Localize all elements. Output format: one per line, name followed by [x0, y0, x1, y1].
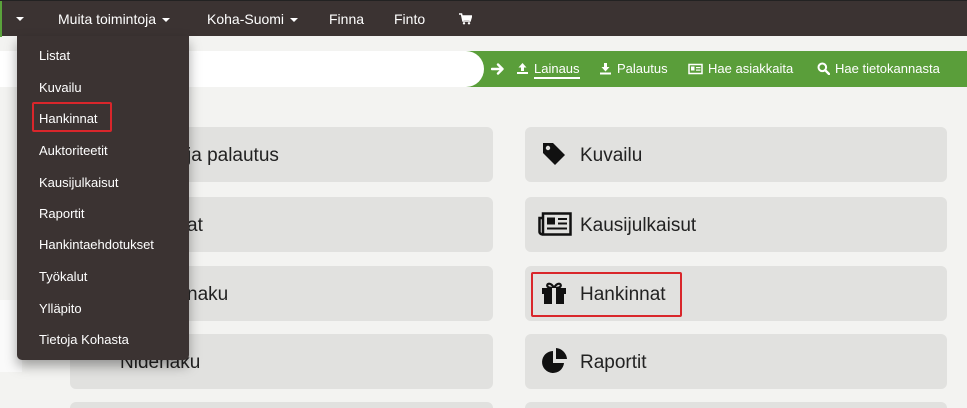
tile-acquisitions-label: Hankinnat — [580, 284, 666, 305]
nav-finna[interactable]: Finna — [329, 1, 364, 37]
cart-icon[interactable] — [459, 13, 472, 25]
chevron-down-icon — [162, 18, 171, 23]
link-checkout-label: Lainaus — [534, 61, 580, 79]
tile-partial[interactable] — [525, 402, 947, 408]
gift-icon — [542, 282, 566, 304]
tile-serials[interactable]: Kausijulkaisut — [525, 197, 947, 252]
link-search-catalog-label: Hae tietokannasta — [835, 61, 940, 76]
nav-more-actions-label: Muita toimintoja — [58, 11, 157, 27]
pie-chart-icon — [542, 348, 567, 373]
chevron-down-icon[interactable] — [16, 17, 24, 21]
menu-item-administration[interactable]: Ylläpito — [39, 301, 82, 316]
menu-item-cataloging[interactable]: Kuvailu — [39, 80, 82, 95]
menu-item-tools[interactable]: Työkalut — [39, 269, 87, 284]
menu-item-reports[interactable]: Raportit — [39, 206, 85, 221]
arrow-right-icon[interactable] — [491, 62, 505, 76]
link-checkin-label: Palautus — [617, 61, 668, 76]
nav-koha-suomi[interactable]: Koha-Suomi — [207, 1, 299, 37]
nav-finto[interactable]: Finto — [394, 1, 425, 37]
menu-item-serials[interactable]: Kausijulkaisut — [39, 175, 119, 190]
chevron-down-icon — [290, 18, 299, 23]
nav-more-actions[interactable]: Muita toimintoja — [58, 1, 171, 37]
tile-reports-label: Raportit — [580, 352, 647, 373]
id-card-icon — [688, 63, 703, 75]
tile-partial[interactable] — [70, 402, 493, 408]
link-checkout[interactable]: Lainaus — [516, 51, 580, 87]
tile-reports[interactable]: Raportit — [525, 334, 947, 389]
tile-patrons-label: at — [187, 215, 203, 236]
search-icon — [817, 62, 831, 76]
link-search-catalog[interactable]: Hae tietokannasta — [817, 51, 940, 87]
link-search-patrons[interactable]: Hae asiakkaita — [688, 51, 793, 87]
menu-item-lists[interactable]: Listat — [39, 48, 70, 63]
link-search-patrons-label: Hae asiakkaita — [708, 61, 794, 76]
tile-acquisitions[interactable]: Hankinnat — [525, 266, 947, 321]
nav-koha-suomi-label: Koha-Suomi — [207, 11, 285, 27]
more-actions-dropdown: Listat Kuvailu Hankinnat Auktoriteetit K… — [17, 36, 189, 360]
tag-icon — [543, 143, 565, 165]
tile-cataloging-label: Kuvailu — [580, 145, 643, 166]
tile-advanced-search-label: naku — [187, 284, 229, 305]
top-navbar: Muita toimintoja Koha-Suomi Finna Finto — [0, 0, 967, 37]
tile-cataloging[interactable]: Kuvailu — [525, 127, 947, 182]
navbar-accent — [0, 1, 2, 37]
download-icon — [600, 63, 611, 75]
link-checkin[interactable]: Palautus — [599, 51, 668, 87]
menu-item-authorities[interactable]: Auktoriteetit — [39, 143, 108, 158]
menu-item-acquisitions[interactable]: Hankinnat — [39, 111, 98, 126]
upload-icon — [517, 63, 528, 74]
menu-item-suggestions[interactable]: Hankintaehdotukset — [39, 237, 154, 252]
menu-item-about-koha[interactable]: Tietoja Kohasta — [39, 332, 129, 347]
tile-serials-label: Kausijulkaisut — [580, 215, 697, 236]
tile-circulation-label: ja palautus — [187, 145, 279, 166]
newspaper-icon — [538, 212, 572, 236]
